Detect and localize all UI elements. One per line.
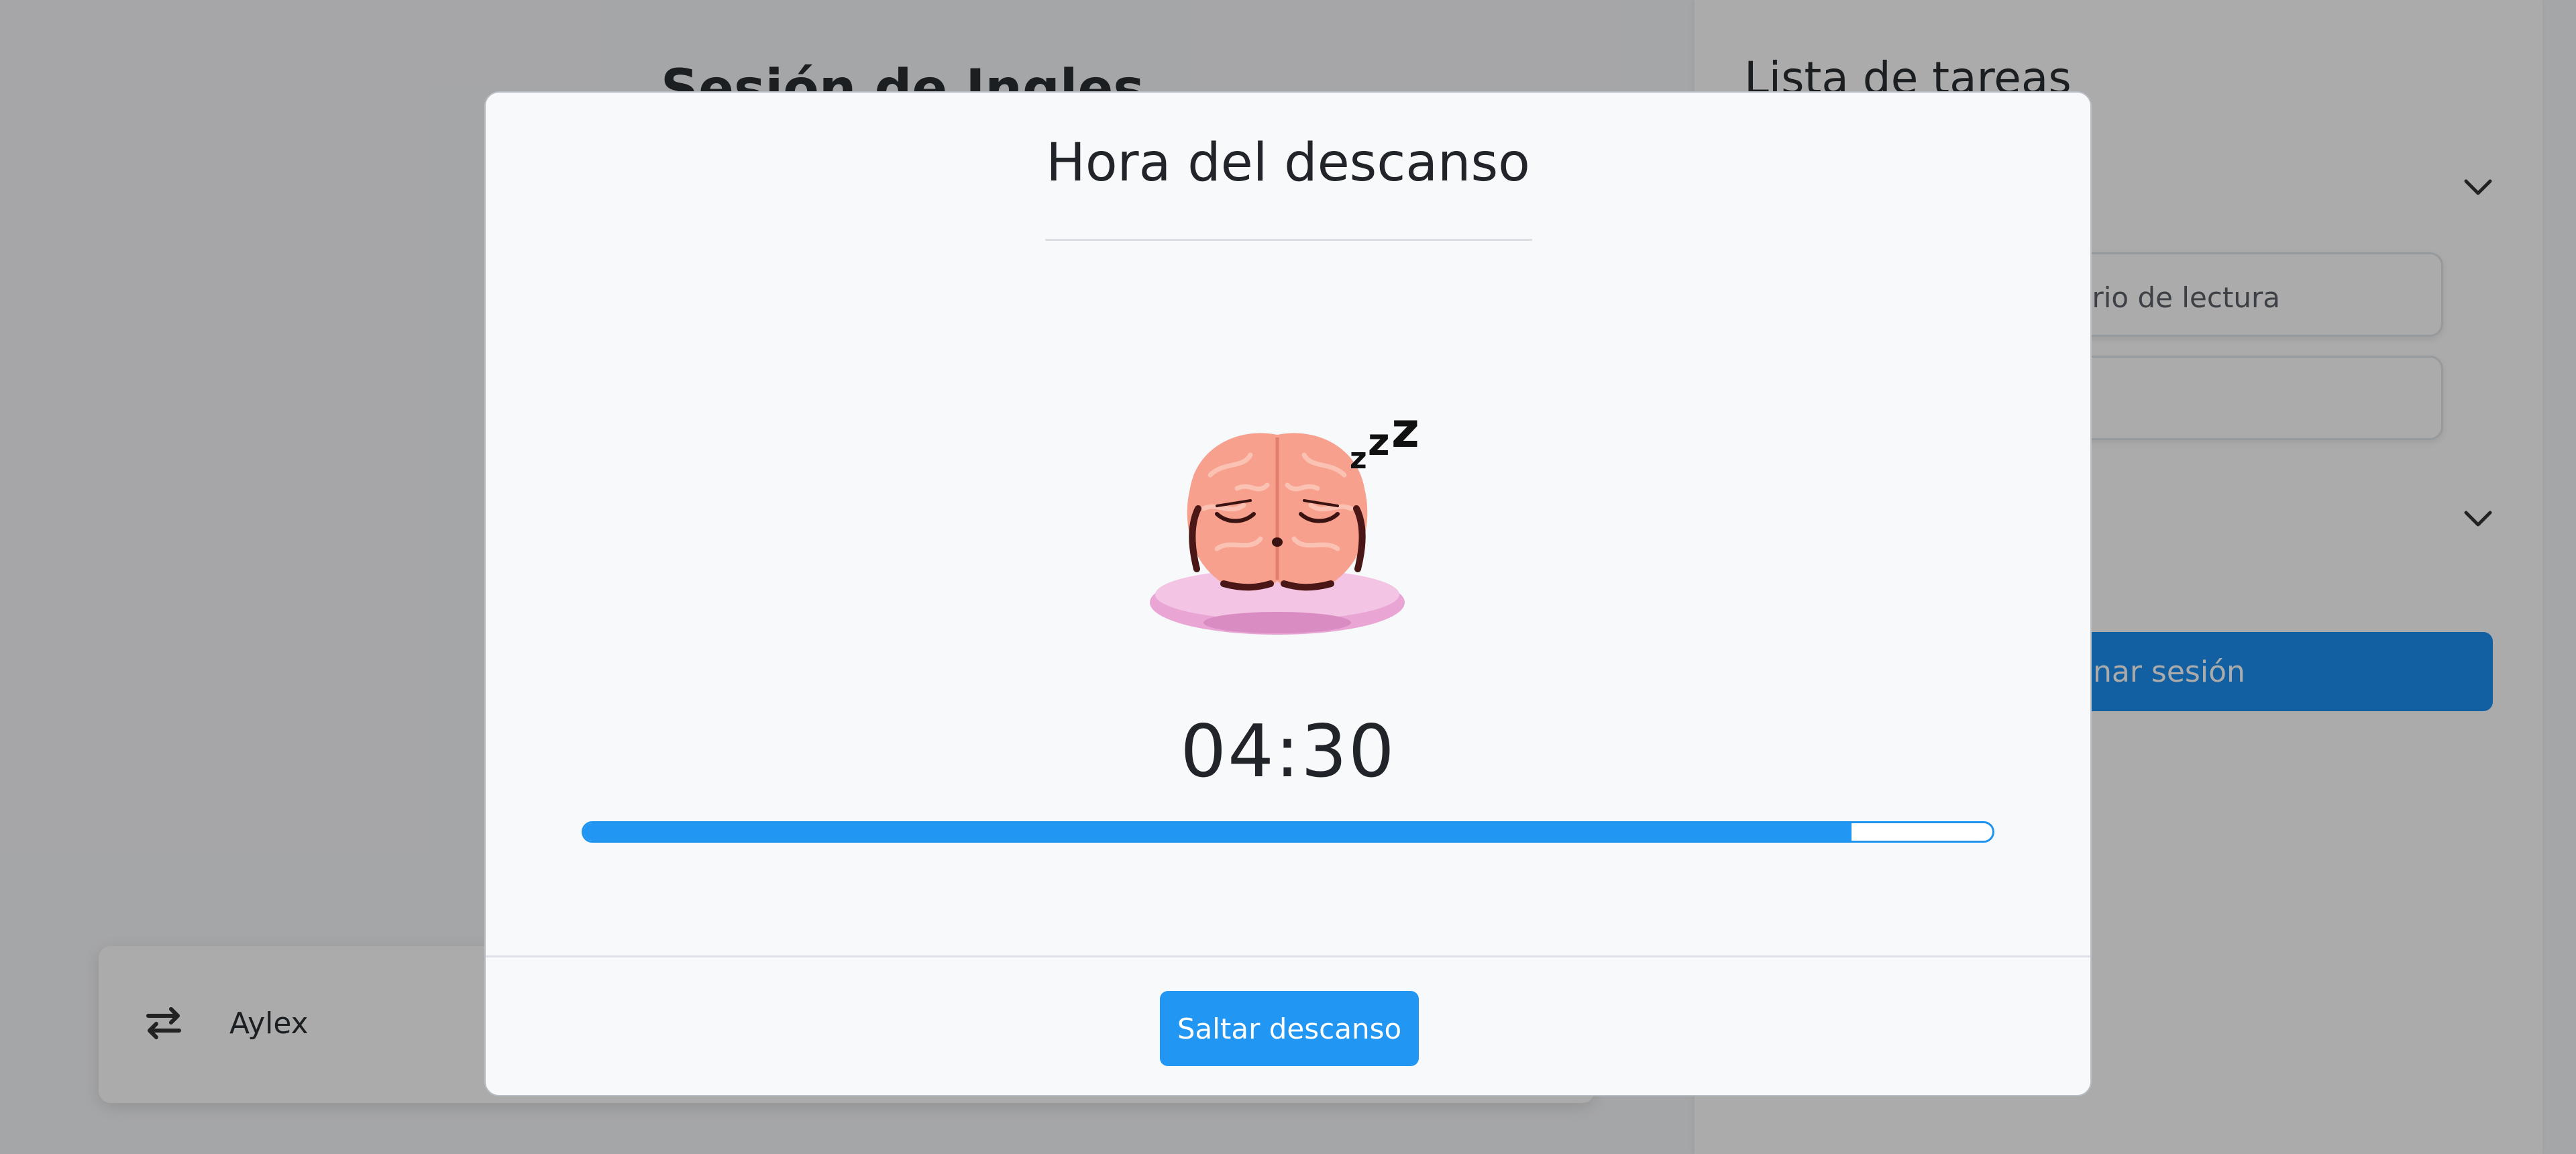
- svg-text:z: z: [1350, 441, 1367, 476]
- break-progress-bar: [582, 821, 1994, 843]
- sleeping-brain-icon: z z z: [1150, 402, 1419, 636]
- skip-break-button[interactable]: Saltar descanso: [1160, 991, 1419, 1066]
- break-timer: 04:30: [1180, 710, 1396, 794]
- svg-text:z: z: [1391, 408, 1418, 458]
- title-divider: [1045, 239, 1532, 241]
- svg-text:z: z: [1368, 421, 1390, 464]
- break-modal: Hora del descanso z z z 04:30 Saltar des…: [484, 91, 2092, 1096]
- modal-title: Hora del descanso: [1046, 133, 1530, 193]
- break-progress-fill: [584, 823, 1851, 841]
- modal-footer: Saltar descanso: [486, 955, 2090, 1095]
